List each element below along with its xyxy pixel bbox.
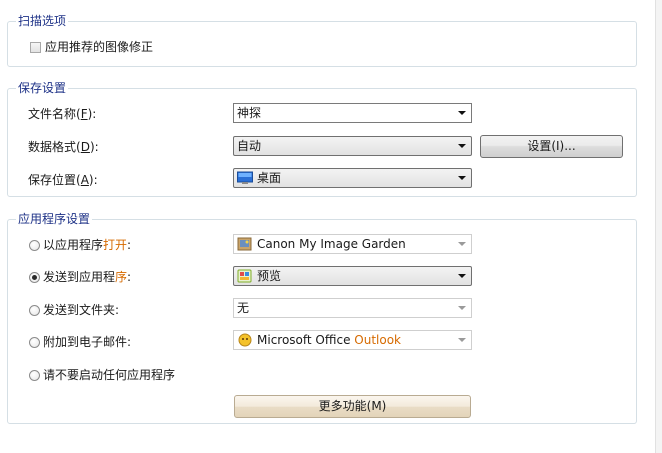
apply-correction-label[interactable]: 应用推荐的图像修正 [45,39,153,55]
file-name-label: 文件名称(F): [28,107,97,121]
chevron-down-icon[interactable] [458,274,466,278]
vertical-scrollbar[interactable] [655,0,662,453]
apply-correction-checkbox[interactable] [30,42,41,53]
send-to-folder-combo[interactable]: 无 [233,298,472,318]
save-settings-title: 保存设置 [16,80,69,96]
preview-app-icon [237,269,252,283]
chevron-down-icon[interactable] [458,306,466,310]
save-settings-group: 保存设置 文件名称(F): 神探 数据格式(D): 自动 设置(I)... 保存… [7,80,637,197]
chevron-down-icon[interactable] [458,144,466,148]
attach-email-combo[interactable]: Microsoft Office Outlook [233,330,472,350]
file-name-combo[interactable]: 神探 [233,103,472,123]
open-with-app-combo[interactable]: Canon My Image Garden [233,234,472,254]
open-with-app-value: Canon My Image Garden [257,237,406,251]
send-to-app-value: 预览 [257,269,282,283]
more-functions-button[interactable]: 更多功能(M) [234,395,471,418]
desktop-icon [237,171,253,184]
send-to-app-radio[interactable] [29,272,40,283]
save-location-value: 桌面 [257,171,282,185]
chevron-down-icon[interactable] [458,111,466,115]
scan-options-title: 扫描选项 [16,13,69,29]
attach-email-label[interactable]: 附加到电子邮件: [43,334,131,350]
app-settings-group: 应用程序设置 以应用程序打开: Canon My Image Garden 发送… [7,211,637,424]
no-app-radio[interactable] [29,370,40,381]
data-format-label: 数据格式(D): [28,140,99,154]
chevron-down-icon[interactable] [458,338,466,342]
attach-email-value: Microsoft Office Outlook [257,333,401,347]
open-with-app-label[interactable]: 以应用程序打开: [43,237,131,253]
data-format-value: 自动 [237,139,262,153]
image-garden-icon [237,237,252,251]
send-to-app-combo[interactable]: 预览 [233,266,472,286]
outlook-icon [238,333,252,347]
send-to-folder-radio[interactable] [29,305,40,316]
format-settings-button[interactable]: 设置(I)... [480,135,623,158]
save-location-combo[interactable]: 桌面 [233,168,472,188]
send-to-folder-value: 无 [237,301,250,315]
send-to-app-label[interactable]: 发送到应用程序: [43,269,131,285]
chevron-down-icon[interactable] [458,176,466,180]
open-with-app-radio[interactable] [29,240,40,251]
scan-options-group: 扫描选项 应用推荐的图像修正 [7,13,637,67]
no-app-label[interactable]: 请不要启动任何应用程序 [43,367,175,383]
send-to-folder-label[interactable]: 发送到文件夹: [43,302,119,318]
attach-email-radio[interactable] [29,337,40,348]
data-format-combo[interactable]: 自动 [233,136,472,156]
file-name-value: 神探 [237,106,262,120]
save-location-label: 保存位置(A): [28,173,98,187]
chevron-down-icon[interactable] [458,242,466,246]
app-settings-title: 应用程序设置 [16,211,93,227]
